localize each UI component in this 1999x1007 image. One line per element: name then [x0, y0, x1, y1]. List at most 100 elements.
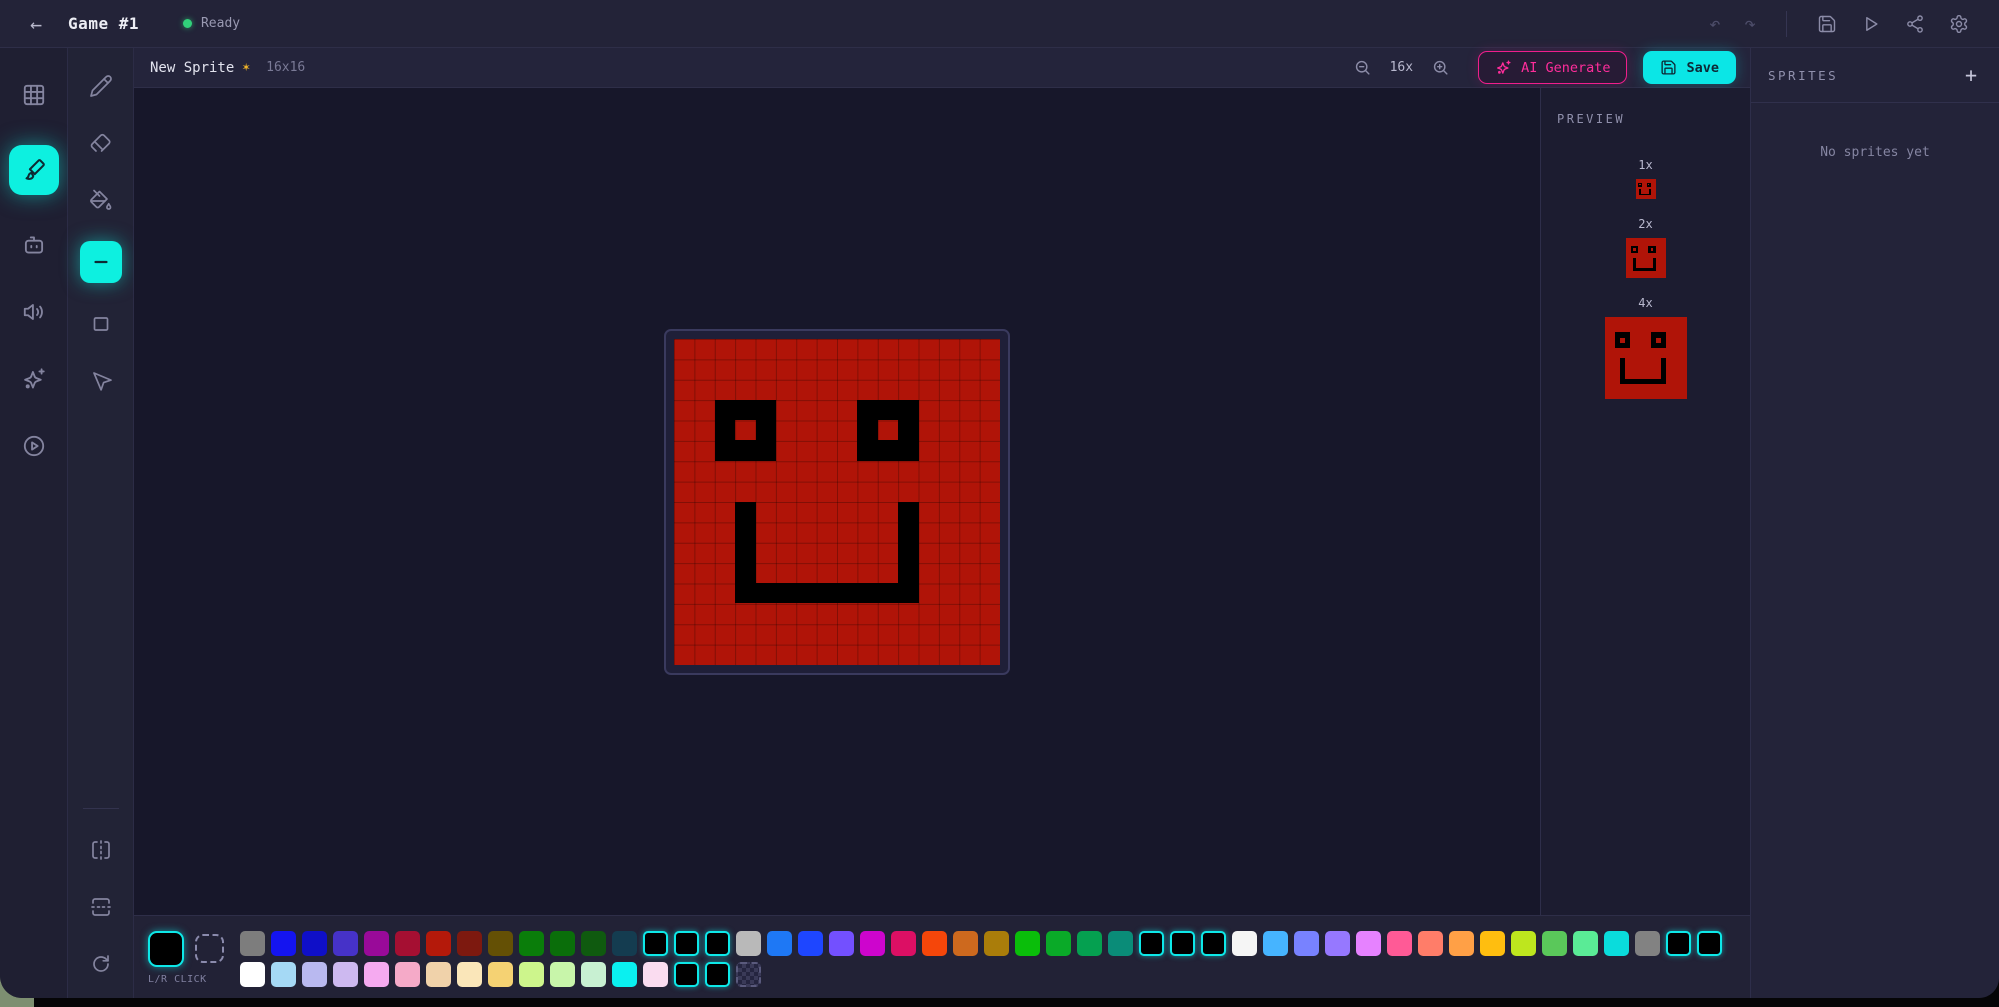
tool-fill[interactable] — [85, 184, 117, 216]
pixel-cell[interactable] — [796, 400, 816, 420]
pixel-cell[interactable] — [674, 624, 694, 644]
pixel-cell[interactable] — [959, 420, 979, 440]
palette-swatch[interactable] — [984, 931, 1009, 956]
pixel-cell[interactable] — [796, 420, 816, 440]
pixel-cell[interactable] — [715, 624, 735, 644]
pixel-cell[interactable] — [898, 542, 918, 562]
pixel-cell[interactable] — [980, 603, 1000, 623]
add-sprite-button[interactable]: + — [1961, 59, 1981, 91]
pixel-cell[interactable] — [694, 440, 714, 460]
palette-swatch[interactable] — [1108, 931, 1133, 956]
pixel-cell[interactable] — [817, 542, 837, 562]
pixel-cell[interactable] — [878, 461, 898, 481]
pixel-cell[interactable] — [939, 440, 959, 460]
ai-generate-button[interactable]: AI Generate — [1478, 51, 1627, 84]
pixel-cell[interactable] — [959, 522, 979, 542]
pixel-cell[interactable] — [919, 420, 939, 440]
tool-flip-horizontal[interactable] — [85, 834, 117, 866]
pixel-cell[interactable] — [674, 481, 694, 501]
pixel-cell[interactable] — [980, 644, 1000, 664]
tool-eraser[interactable] — [85, 127, 117, 159]
pixel-cell[interactable] — [817, 522, 837, 542]
pixel-cell[interactable] — [817, 359, 837, 379]
pixel-cell[interactable] — [980, 339, 1000, 359]
palette-swatch[interactable] — [1449, 931, 1474, 956]
pixel-cell[interactable] — [857, 379, 877, 399]
secondary-color-swatch[interactable] — [195, 934, 224, 963]
palette-swatch[interactable] — [612, 962, 637, 987]
sprite-canvas[interactable] — [674, 339, 1000, 665]
run-button[interactable] — [1857, 10, 1885, 38]
pixel-cell[interactable] — [674, 522, 694, 542]
pixel-cell[interactable] — [939, 624, 959, 644]
pixel-cell[interactable] — [878, 339, 898, 359]
pixel-cell[interactable] — [980, 359, 1000, 379]
pixel-cell[interactable] — [817, 502, 837, 522]
pixel-cell[interactable] — [715, 400, 735, 420]
pixel-cell[interactable] — [817, 339, 837, 359]
palette-swatch[interactable] — [829, 931, 854, 956]
palette-swatch[interactable] — [612, 931, 637, 956]
pixel-cell[interactable] — [817, 583, 837, 603]
pixel-cell[interactable] — [735, 339, 755, 359]
palette-swatch[interactable] — [395, 931, 420, 956]
pixel-cell[interactable] — [776, 522, 796, 542]
palette-swatch[interactable] — [643, 931, 668, 956]
pixel-cell[interactable] — [756, 379, 776, 399]
pixel-cell[interactable] — [694, 502, 714, 522]
pixel-cell[interactable] — [674, 502, 694, 522]
pixel-cell[interactable] — [715, 522, 735, 542]
nav-item-grid[interactable] — [17, 78, 51, 112]
palette-swatch[interactable] — [1170, 931, 1195, 956]
pixel-cell[interactable] — [857, 522, 877, 542]
pixel-cell[interactable] — [674, 420, 694, 440]
pixel-cell[interactable] — [939, 379, 959, 399]
pixel-cell[interactable] — [939, 420, 959, 440]
pixel-cell[interactable] — [980, 583, 1000, 603]
pixel-cell[interactable] — [857, 502, 877, 522]
pixel-cell[interactable] — [715, 420, 735, 440]
pixel-cell[interactable] — [776, 400, 796, 420]
pixel-cell[interactable] — [756, 563, 776, 583]
pixel-cell[interactable] — [878, 502, 898, 522]
palette-swatch[interactable] — [333, 962, 358, 987]
palette-swatch[interactable] — [1542, 931, 1567, 956]
palette-swatch[interactable] — [674, 931, 699, 956]
pixel-cell[interactable] — [796, 379, 816, 399]
pixel-cell[interactable] — [959, 502, 979, 522]
palette-swatch[interactable] — [1201, 931, 1226, 956]
pixel-cell[interactable] — [694, 542, 714, 562]
pixel-cell[interactable] — [735, 420, 755, 440]
pixel-cell[interactable] — [735, 542, 755, 562]
pixel-cell[interactable] — [694, 379, 714, 399]
palette-swatch[interactable] — [643, 962, 668, 987]
pixel-cell[interactable] — [919, 542, 939, 562]
undo-button[interactable]: ↶ — [1705, 9, 1724, 39]
pixel-cell[interactable] — [796, 583, 816, 603]
pixel-cell[interactable] — [817, 624, 837, 644]
pixel-cell[interactable] — [919, 502, 939, 522]
pixel-cell[interactable] — [756, 522, 776, 542]
palette-swatch[interactable] — [364, 962, 389, 987]
palette-swatch[interactable] — [891, 931, 916, 956]
pixel-cell[interactable] — [837, 583, 857, 603]
pixel-cell[interactable] — [735, 644, 755, 664]
palette-swatch[interactable] — [302, 931, 327, 956]
pixel-cell[interactable] — [939, 542, 959, 562]
palette-swatch[interactable] — [333, 931, 358, 956]
pixel-cell[interactable] — [674, 379, 694, 399]
palette-swatch[interactable] — [302, 962, 327, 987]
pixel-cell[interactable] — [857, 339, 877, 359]
pixel-cell[interactable] — [715, 563, 735, 583]
palette-swatch[interactable] — [550, 931, 575, 956]
pixel-cell[interactable] — [756, 583, 776, 603]
palette-swatch[interactable] — [457, 962, 482, 987]
palette-swatch-transparent[interactable] — [736, 962, 761, 987]
back-button[interactable]: ← — [26, 8, 46, 40]
pixel-cell[interactable] — [857, 542, 877, 562]
pixel-cell[interactable] — [694, 624, 714, 644]
palette-swatch[interactable] — [860, 931, 885, 956]
pixel-cell[interactable] — [756, 542, 776, 562]
pixel-cell[interactable] — [756, 359, 776, 379]
palette-swatch[interactable] — [1635, 931, 1660, 956]
